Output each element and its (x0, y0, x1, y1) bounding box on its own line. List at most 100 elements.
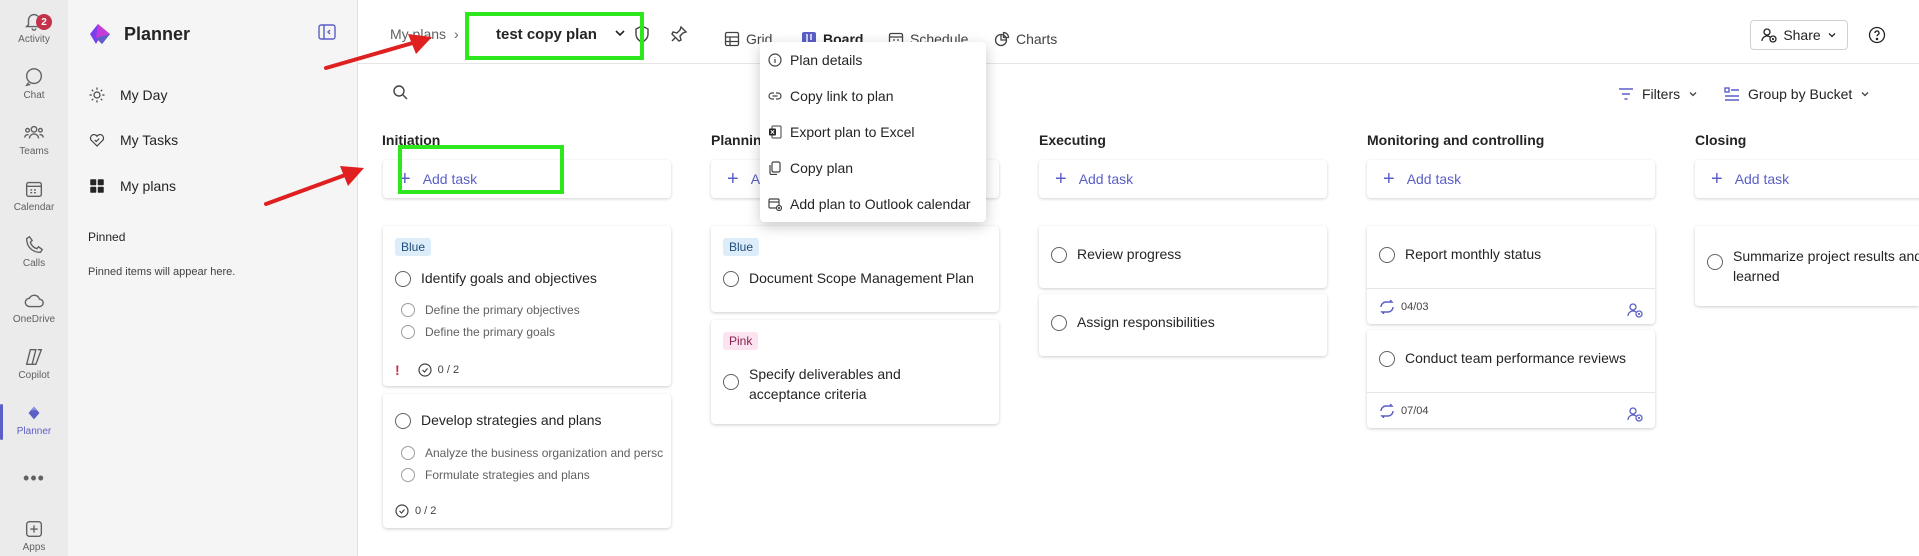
sun-icon (89, 87, 105, 103)
checklist-text: Formulate strategies and plans (425, 468, 590, 482)
excel-icon (769, 125, 782, 139)
rail-copilot[interactable]: Copilot (0, 340, 68, 390)
filters-button[interactable]: Filters (1618, 86, 1698, 102)
checklist-progress: 0 / 2 (437, 364, 460, 376)
rail-apps[interactable]: Apps (0, 512, 68, 556)
info-icon (768, 53, 782, 67)
annotation-arrow-icon (324, 34, 432, 70)
card-meta: 07/04 (1379, 404, 1429, 418)
task-title-row: Document Scope Management Plan (723, 270, 974, 287)
label-tag: Blue (723, 238, 760, 256)
brand: Planner (86, 20, 190, 48)
card-meta: ! 0 / 2 (395, 362, 459, 378)
task-title: Report monthly status (1405, 246, 1542, 262)
task-card[interactable]: Pink Specify deliverables and acceptance… (711, 320, 999, 424)
link-icon (768, 92, 782, 100)
group-label: Group by Bucket (1748, 86, 1853, 102)
repeat-icon (1380, 300, 1394, 314)
add-task-button[interactable]: + Add task (1695, 160, 1919, 198)
nav-my-tasks[interactable]: My Tasks (88, 131, 178, 149)
teams-rail: 2 Activity Chat Teams Calendar Calls One… (0, 0, 68, 556)
brand-title: Planner (124, 23, 191, 44)
add-task-label: Add task (1734, 171, 1790, 187)
complete-checkbox[interactable] (395, 271, 411, 287)
complete-checkbox[interactable] (1379, 247, 1395, 263)
checklist-text: Analyze the business organization and pe… (425, 446, 663, 460)
share-label: Share (1783, 27, 1821, 43)
task-card[interactable]: Blue Document Scope Management Plan (711, 226, 999, 312)
add-task-button[interactable]: + Add task (1367, 160, 1655, 198)
bucket-title[interactable]: Executing (1039, 132, 1106, 148)
rail-calls[interactable]: Calls (0, 228, 68, 278)
task-title: Develop strategies and plans (421, 412, 602, 428)
task-title-row: Review progress (1051, 246, 1181, 263)
rail-activity[interactable]: 2 Activity (0, 4, 68, 54)
task-card[interactable]: Assign responsibilities (1039, 294, 1327, 356)
card-meta: 0 / 2 (395, 504, 436, 518)
menu-item-plan-details[interactable]: Plan details (768, 52, 862, 68)
task-title: Assign responsibilities (1077, 314, 1215, 330)
more-icon: ••• (23, 468, 45, 488)
rail-more[interactable]: ••• (0, 468, 68, 490)
menu-item-label: Add plan to Outlook calendar (790, 196, 971, 212)
calendar-icon (25, 181, 43, 198)
assign-person-icon[interactable] (1627, 406, 1643, 422)
task-card[interactable]: Develop strategies and plans Analyze the… (383, 394, 671, 528)
checklist-checkbox[interactable] (401, 325, 415, 339)
complete-checkbox[interactable] (1707, 254, 1723, 270)
menu-item-copy-plan[interactable]: Copy plan (768, 160, 853, 176)
checklist-progress: 0 / 2 (415, 505, 437, 517)
breadcrumb-chevron-icon: › (454, 26, 459, 42)
complete-checkbox[interactable] (723, 271, 739, 287)
pin-icon[interactable] (670, 25, 688, 43)
help-icon[interactable] (1868, 26, 1886, 44)
checklist-checkbox[interactable] (401, 468, 415, 482)
complete-checkbox[interactable] (1379, 351, 1395, 367)
complete-checkbox[interactable] (723, 374, 739, 390)
task-card[interactable]: Conduct team performance reviews 07/04 (1367, 330, 1655, 428)
complete-checkbox[interactable] (395, 413, 411, 429)
rail-planner[interactable]: Planner (0, 396, 68, 446)
checklist-item: Define the primary objectives (401, 303, 663, 317)
plus-icon: + (1711, 168, 1723, 190)
menu-item-copy-link[interactable]: Copy link to plan (768, 88, 894, 104)
rail-onedrive[interactable]: OneDrive (0, 284, 68, 334)
rail-teams[interactable]: Teams (0, 116, 68, 166)
bucket-title[interactable]: Closing (1695, 132, 1746, 148)
plus-icon: + (1383, 168, 1395, 190)
task-card[interactable]: Report monthly status 04/03 (1367, 226, 1655, 324)
check-heart-icon (89, 134, 105, 147)
nav-label: My Tasks (120, 132, 179, 148)
nav-my-day[interactable]: My Day (88, 86, 167, 104)
checklist-checkbox[interactable] (401, 446, 415, 460)
rail-calendar[interactable]: Calendar (0, 172, 68, 222)
task-card[interactable]: Review progress (1039, 226, 1327, 288)
assign-person-icon[interactable] (1627, 302, 1643, 318)
copilot-icon (25, 348, 43, 366)
checklist-item: Define the primary goals (401, 325, 663, 339)
nav-my-plans[interactable]: My plans (88, 177, 176, 195)
menu-item-label: Export plan to Excel (790, 124, 915, 140)
search-icon[interactable] (392, 84, 408, 100)
task-title-row: Summarize project results and lessons le… (1707, 246, 1919, 286)
rail-label: OneDrive (12, 314, 56, 325)
planner-icon (28, 406, 40, 420)
complete-checkbox[interactable] (1051, 315, 1067, 331)
task-card[interactable]: Summarize project results and lessons le… (1695, 226, 1919, 306)
rail-label: Planner (16, 426, 52, 437)
task-title-row: Report monthly status (1379, 246, 1541, 263)
share-button[interactable]: Share (1750, 20, 1848, 50)
task-card[interactable]: Blue Identify goals and objectives Defin… (383, 226, 671, 386)
highlight-copy-plan (398, 145, 564, 194)
tab-charts[interactable]: Charts (994, 22, 1057, 56)
group-by-button[interactable]: Group by Bucket (1724, 86, 1870, 102)
menu-item-add-outlook[interactable]: Add plan to Outlook calendar (768, 196, 971, 212)
bucket-title[interactable]: Monitoring and controlling (1367, 132, 1544, 148)
checklist-checkbox[interactable] (401, 303, 415, 317)
task-title: Document Scope Management Plan (749, 270, 974, 286)
label-tag: Pink (723, 332, 759, 350)
add-task-button[interactable]: + Add task (1039, 160, 1327, 198)
complete-checkbox[interactable] (1051, 247, 1067, 263)
rail-chat[interactable]: Chat (0, 60, 68, 110)
menu-item-export-excel[interactable]: Export plan to Excel (768, 124, 915, 140)
